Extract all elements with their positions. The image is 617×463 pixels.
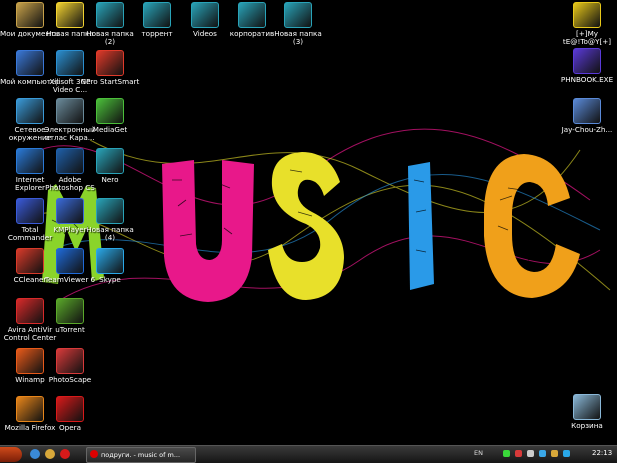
language-indicator[interactable]: EN bbox=[474, 449, 483, 457]
taskbar: подруги. - music of m... EN 22:13 bbox=[0, 445, 617, 463]
desktop-icon-label: [+]My tE@!To@Y[+] bbox=[562, 29, 612, 47]
photoscape-icon bbox=[56, 348, 84, 374]
chrome-icon[interactable] bbox=[30, 449, 40, 459]
nero-icon bbox=[96, 50, 124, 76]
volume-tray-icon[interactable] bbox=[527, 450, 534, 457]
desktop-icon[interactable]: [+]My tE@!To@Y[+] bbox=[557, 2, 617, 46]
desktop-icon[interactable]: Opera bbox=[40, 396, 100, 432]
desktop-icon[interactable]: PHNBOOK.EXE bbox=[557, 48, 617, 84]
desktop-icon-label: Skype bbox=[99, 275, 121, 284]
opera-task-icon bbox=[90, 450, 98, 458]
taskbar-window-button[interactable]: подруги. - music of m... bbox=[86, 447, 196, 463]
desktop-icon-label: Nero bbox=[101, 175, 119, 184]
desktop-icon-label: Jay-Chou-Zh... bbox=[561, 125, 613, 134]
desktop-icon-label: Новая папка (4) bbox=[86, 225, 134, 243]
desktop-icon-label: PhotoScape bbox=[48, 375, 92, 384]
desktop-icon-label: uTorrent bbox=[55, 325, 85, 334]
desktop-icon[interactable]: Nero StartSmart bbox=[80, 50, 140, 86]
antivirus-tray-icon[interactable] bbox=[515, 450, 522, 457]
desktop-icon[interactable]: Новая папка (3) bbox=[268, 2, 328, 46]
desktop-icon-label: Корзина bbox=[571, 421, 603, 430]
letter-u bbox=[162, 160, 254, 302]
folder-icon bbox=[143, 2, 171, 28]
desktop-icon[interactable]: Новая папка (4) bbox=[80, 198, 140, 242]
folder-icon bbox=[96, 148, 124, 174]
desktop-icon[interactable]: Nero bbox=[80, 148, 140, 184]
desktop-icon-label: MediaGet bbox=[92, 125, 128, 134]
desktop-icon-label: Nero StartSmart bbox=[80, 77, 140, 86]
desktop-icon[interactable]: Jay-Chou-Zh... bbox=[557, 98, 617, 134]
desktop-icon[interactable]: MediaGet bbox=[80, 98, 140, 134]
skype-icon bbox=[96, 248, 124, 274]
mediaget-icon bbox=[96, 98, 124, 124]
desktop-icon[interactable]: Skype bbox=[80, 248, 140, 284]
phonebook-icon bbox=[573, 48, 601, 74]
folder-icon bbox=[238, 2, 266, 28]
folder-icon bbox=[96, 198, 124, 224]
network-tray-icon[interactable] bbox=[503, 450, 510, 457]
folder-icon bbox=[191, 2, 219, 28]
start-button[interactable] bbox=[0, 447, 22, 462]
utorrent-icon bbox=[56, 298, 84, 324]
update-tray-icon[interactable] bbox=[539, 450, 546, 457]
desktop-icon-label: PHNBOOK.EXE bbox=[560, 75, 614, 84]
opera-icon bbox=[56, 396, 84, 422]
taskbar-window-title: подруги. - music of m... bbox=[101, 451, 181, 459]
desktop-icon-label: Новая папка (3) bbox=[274, 29, 322, 47]
desktop-icon[interactable]: Корзина bbox=[557, 394, 617, 430]
folder-icon bbox=[284, 2, 312, 28]
letter-s bbox=[268, 152, 344, 300]
desktop-icon[interactable]: PhotoScape bbox=[40, 348, 100, 384]
desktop[interactable]: Мои документы Новая папка Новая папка (2) т… bbox=[0, 0, 617, 445]
clock[interactable]: 22:13 bbox=[592, 449, 612, 457]
folder-icon bbox=[96, 2, 124, 28]
desktop-icon-label: Opera bbox=[58, 423, 81, 432]
browser-icon[interactable] bbox=[45, 449, 55, 459]
document-icon bbox=[573, 98, 601, 124]
recycle-bin-icon bbox=[573, 394, 601, 420]
desktop-icon[interactable]: uTorrent bbox=[40, 298, 100, 334]
skype-tray-icon[interactable] bbox=[563, 450, 570, 457]
security-tray-icon[interactable] bbox=[551, 450, 558, 457]
opera-icon[interactable] bbox=[60, 449, 70, 459]
star-icon bbox=[573, 2, 601, 28]
